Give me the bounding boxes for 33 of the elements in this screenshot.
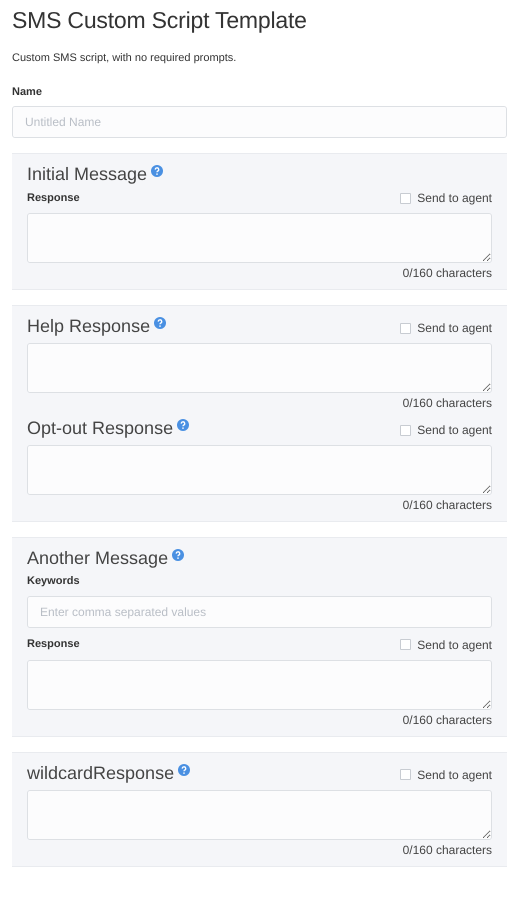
response-field[interactable] bbox=[27, 445, 492, 495]
description-text: Custom SMS script, with no required prompts. bbox=[12, 51, 238, 66]
response-field[interactable] bbox=[27, 213, 492, 263]
character-counter: 0/160 characters bbox=[402, 265, 492, 281]
response-field[interactable] bbox=[27, 790, 492, 840]
section-title: Another Message bbox=[27, 547, 168, 569]
section-title: wildcardResponse bbox=[27, 762, 174, 784]
page-title: SMS Custom Script Template bbox=[12, 6, 308, 34]
section-title: Initial Message bbox=[27, 163, 148, 185]
name-field[interactable]: Untitled Name bbox=[12, 106, 507, 138]
help-icon[interactable] bbox=[151, 165, 164, 177]
field-label: Name bbox=[12, 84, 43, 100]
keywords-field[interactable]: Enter comma separated values bbox=[27, 596, 492, 628]
field-label: Keywords bbox=[27, 574, 80, 589]
help-icon[interactable] bbox=[172, 549, 184, 561]
send-to-agent-checkbox[interactable]: Send to agent bbox=[400, 636, 492, 654]
send-to-agent-checkbox[interactable]: Send to agent bbox=[400, 421, 492, 439]
field-label: Response bbox=[27, 190, 80, 206]
send-to-agent-checkbox[interactable]: Send to agent bbox=[400, 766, 492, 784]
character-counter: 0/160 characters bbox=[402, 395, 492, 411]
response-field[interactable] bbox=[27, 343, 492, 393]
character-counter: 0/160 characters bbox=[402, 497, 492, 513]
help-icon[interactable] bbox=[178, 764, 190, 776]
character-counter: 0/160 characters bbox=[402, 842, 492, 858]
section-title: Opt-out Response bbox=[27, 417, 174, 439]
character-counter: 0/160 characters bbox=[402, 712, 492, 728]
help-icon[interactable] bbox=[177, 419, 190, 431]
send-to-agent-checkbox[interactable]: Send to agent bbox=[400, 189, 492, 207]
help-icon[interactable] bbox=[154, 317, 166, 329]
send-to-agent-checkbox[interactable]: Send to agent bbox=[400, 319, 492, 337]
section-title: Help Response bbox=[27, 315, 150, 337]
field-label: Response bbox=[27, 637, 80, 652]
response-field[interactable] bbox=[27, 660, 492, 710]
